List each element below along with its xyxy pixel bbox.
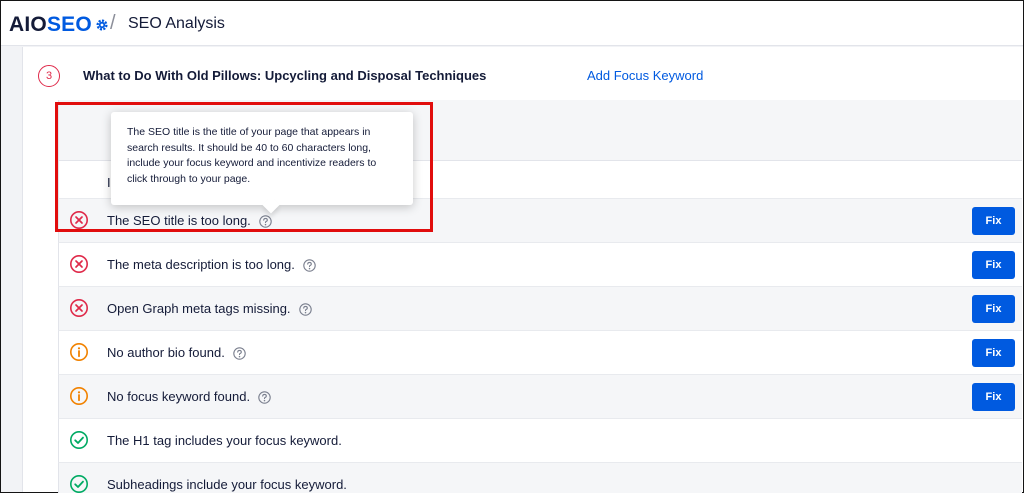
check-label: The H1 tag includes your focus keyword.: [107, 433, 342, 448]
help-question-icon[interactable]: [298, 303, 312, 316]
error-x-icon: [70, 211, 88, 229]
help-question-icon[interactable]: [303, 259, 316, 272]
check-row-error: Open Graph meta tags missing. Fix: [58, 286, 1022, 330]
check-row-warning: No focus keyword found. Fix: [58, 374, 1022, 418]
logo-aio-text: AIO: [9, 13, 47, 36]
breadcrumb-separator: /: [110, 12, 116, 34]
aioseo-logo[interactable]: AIO SEO: [9, 13, 109, 37]
help-question-icon[interactable]: [258, 391, 271, 404]
check-text: The H1 tag includes your focus keyword.: [107, 433, 342, 448]
check-text: No focus keyword found.: [107, 389, 271, 404]
fix-button[interactable]: Fix: [972, 295, 1015, 323]
help-tooltip: The SEO title is the title of your page …: [111, 112, 413, 205]
check-label: Subheadings include your focus keyword.: [107, 477, 347, 492]
check-row-success: The H1 tag includes your focus keyword.: [58, 418, 1022, 462]
post-title[interactable]: What to Do With Old Pillows: Upcycling a…: [83, 68, 486, 83]
help-question-icon[interactable]: [233, 347, 246, 360]
logo-seo-text: SEO: [46, 13, 92, 36]
check-row-warning: No author bio found. Fix: [58, 330, 1022, 374]
check-text: Subheadings include your focus keyword.: [107, 477, 347, 492]
tooltip-text: The SEO title is the title of your page …: [127, 126, 377, 185]
top-bar: AIO SEO / SEO Analysis: [1, 1, 1023, 46]
fix-button[interactable]: Fix: [972, 251, 1015, 279]
check-text: The SEO title is too long.: [107, 213, 272, 228]
checkmark-icon: [70, 431, 88, 449]
check-row-success: Subheadings include your focus keyword.: [58, 462, 1022, 493]
help-question-icon[interactable]: [259, 215, 272, 228]
fix-button[interactable]: Fix: [972, 339, 1015, 367]
checkmark-icon: [70, 475, 88, 493]
gear-icon: [96, 19, 108, 31]
check-text: The meta description is too long.: [107, 257, 316, 272]
check-label: Open Graph meta tags missing.: [107, 301, 291, 316]
fix-button[interactable]: Fix: [972, 383, 1015, 411]
info-warning-icon: [70, 387, 88, 405]
check-row-error: The meta description is too long. Fix: [58, 242, 1022, 286]
check-label: The SEO title is too long.: [107, 213, 251, 228]
check-label: The meta description is too long.: [107, 257, 295, 272]
breadcrumb-current: SEO Analysis: [128, 15, 225, 32]
add-focus-keyword-link[interactable]: Add Focus Keyword: [587, 68, 703, 83]
error-x-icon: [70, 299, 88, 317]
fix-button[interactable]: Fix: [972, 207, 1015, 235]
check-label: No focus keyword found.: [107, 389, 251, 404]
error-x-icon: [70, 255, 88, 273]
step-number-badge: 3: [38, 65, 60, 87]
check-text: Open Graph meta tags missing.: [107, 301, 312, 316]
check-text: No author bio found.: [107, 345, 246, 360]
check-label: No author bio found.: [107, 345, 225, 360]
info-warning-icon: [70, 343, 88, 361]
